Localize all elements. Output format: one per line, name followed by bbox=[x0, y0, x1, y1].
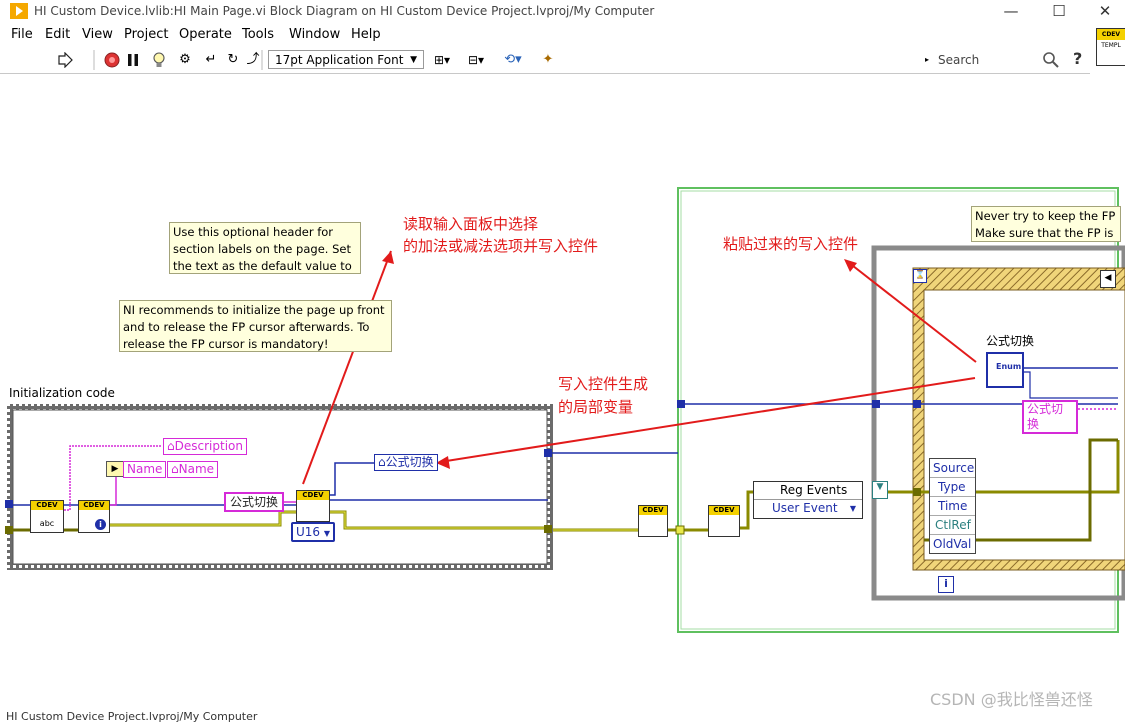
event-field-source[interactable]: Source bbox=[930, 459, 975, 478]
never-note[interactable]: Never try to keep the FP Make sure that … bbox=[971, 206, 1121, 242]
info-icon: i bbox=[95, 519, 106, 530]
annotation-pasted-control: 粘贴过来的写入控件 bbox=[723, 235, 859, 253]
user-event-text: User Event bbox=[772, 501, 838, 515]
annotation-local-var: 写入控件生成 bbox=[558, 375, 649, 393]
cdev-release-node[interactable]: CDEV bbox=[638, 505, 668, 537]
cdev-badge-4: CDEV bbox=[639, 506, 667, 515]
name-input-node[interactable]: Name bbox=[123, 461, 166, 478]
chevron-down-icon: ▼ bbox=[323, 529, 331, 538]
never-note-line1: Never try to keep the FP bbox=[975, 209, 1116, 223]
timeout-icon[interactable]: ⌛ bbox=[913, 269, 927, 283]
event-case-selector[interactable]: ◀ bbox=[1100, 270, 1116, 288]
watermark: CSDN @我比怪兽还怪 bbox=[930, 690, 1093, 709]
reg-events-node[interactable]: Reg Events User Event ▼ bbox=[753, 481, 863, 519]
event-field-ctlref[interactable]: CtlRef bbox=[930, 516, 975, 535]
u16-constant[interactable]: U16 ▼ bbox=[291, 522, 335, 542]
formula-right-terminal[interactable]: 公式切换 bbox=[1022, 400, 1078, 434]
event-field-type[interactable]: Type bbox=[930, 478, 975, 497]
u16-text: U16 bbox=[296, 525, 321, 539]
recommend-note[interactable]: NI recommends to initialize the page up … bbox=[119, 300, 392, 352]
annotation-read-select: 读取输入面板中选择 bbox=[403, 215, 539, 233]
event-field-time[interactable]: Time bbox=[930, 497, 975, 516]
description-property[interactable]: ⌂Description bbox=[163, 438, 247, 455]
chevron-down-icon: ▼ bbox=[849, 504, 856, 513]
cdev-badge: CDEV bbox=[31, 501, 63, 510]
cdev-event-node[interactable]: CDEV bbox=[708, 505, 740, 537]
abc-text: abc bbox=[39, 519, 55, 528]
cdev-read-node[interactable]: CDEV bbox=[296, 490, 330, 522]
bundle-arrow-icon: ▶ bbox=[106, 461, 124, 477]
formula-control-label: 公式切换 bbox=[986, 334, 1035, 348]
never-note-line2: Make sure that the FP is bbox=[975, 226, 1114, 240]
wiring-layer bbox=[5, 50, 1125, 633]
annotation-read-select-2: 的加法或减法选项并写入控件 bbox=[403, 237, 599, 255]
cdev-string-node[interactable]: CDEV abc bbox=[30, 500, 64, 533]
cdev-badge-2: CDEV bbox=[79, 501, 109, 510]
annotation-local-var-2: 的局部变量 bbox=[558, 398, 634, 416]
dynamic-event-terminal[interactable]: ▼ bbox=[872, 481, 888, 499]
loop-iteration-terminal[interactable]: i bbox=[938, 576, 954, 593]
event-data-node[interactable]: Source Type Time CtlRef OldVal bbox=[929, 458, 976, 554]
init-code-label: Initialization code bbox=[9, 386, 115, 400]
enum-control-terminal[interactable]: Enum bbox=[986, 352, 1024, 388]
header-note[interactable]: Use this optional header for section lab… bbox=[169, 222, 361, 274]
reg-events-label: Reg Events bbox=[754, 482, 862, 500]
formula-terminal[interactable]: 公式切换 bbox=[224, 492, 285, 512]
formula-local-text: 公式切换 bbox=[385, 455, 434, 469]
name-property-text: Name bbox=[178, 462, 215, 476]
cdev-badge-5: CDEV bbox=[709, 506, 739, 515]
cdev-badge-3: CDEV bbox=[297, 491, 329, 500]
user-event-item[interactable]: User Event ▼ bbox=[754, 500, 862, 517]
name-property[interactable]: ⌂Name bbox=[167, 461, 219, 478]
event-field-oldval[interactable]: OldVal bbox=[930, 535, 975, 553]
enum-text: Enum bbox=[996, 362, 1022, 371]
description-text: Description bbox=[174, 439, 243, 453]
formula-local-variable[interactable]: ⌂公式切换 bbox=[374, 454, 438, 471]
cdev-info-node[interactable]: CDEV i bbox=[78, 500, 110, 533]
